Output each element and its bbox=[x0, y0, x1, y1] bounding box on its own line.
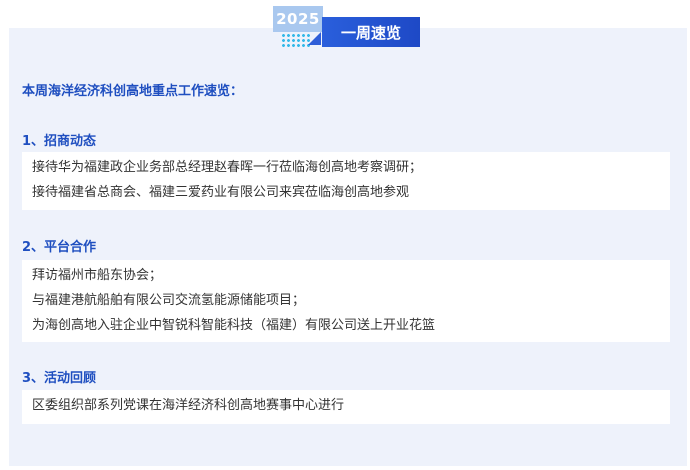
list-item: 区委组织部系列党课在海洋经济科创高地赛事中心进行 bbox=[32, 398, 345, 413]
list-item: 与福建港航船舶有限公司交流氢能源储能项目； bbox=[32, 293, 306, 308]
year-tag: 2025 bbox=[273, 6, 323, 32]
list-item: 接待华为福建政企业务部总经理赵春晖一行莅临海创高地考察调研； bbox=[32, 160, 423, 175]
section-box-activities: 区委组织部系列党课在海洋经济科创高地赛事中心进行 bbox=[22, 390, 670, 424]
section-title-platform: 2、平台合作 bbox=[22, 240, 97, 255]
list-item: 为海创高地入驻企业中智锐科智能科技（福建）有限公司送上开业花篮 bbox=[32, 318, 436, 333]
week-overview-title: 一周速览 bbox=[322, 17, 420, 47]
list-item: 拜访福州市船东协会； bbox=[32, 268, 163, 283]
section-box-investment: 接待华为福建政企业务部总经理赵春晖一行莅临海创高地考察调研； 接待福建省总商会、… bbox=[22, 152, 670, 210]
dot-pattern-decoration bbox=[281, 33, 311, 47]
list-item: 接待福建省总商会、福建三爱药业有限公司来宾莅临海创高地参观 bbox=[32, 185, 410, 200]
section-title-investment: 1、招商动态 bbox=[22, 134, 97, 149]
corner-decoration bbox=[308, 32, 321, 45]
section-box-platform: 拜访福州市船东协会； 与福建港航船舶有限公司交流氢能源储能项目； 为海创高地入驻… bbox=[22, 260, 670, 342]
section-title-activities: 3、活动回顾 bbox=[22, 371, 97, 386]
intro-heading: 本周海洋经济科创高地重点工作速览： bbox=[22, 84, 244, 99]
